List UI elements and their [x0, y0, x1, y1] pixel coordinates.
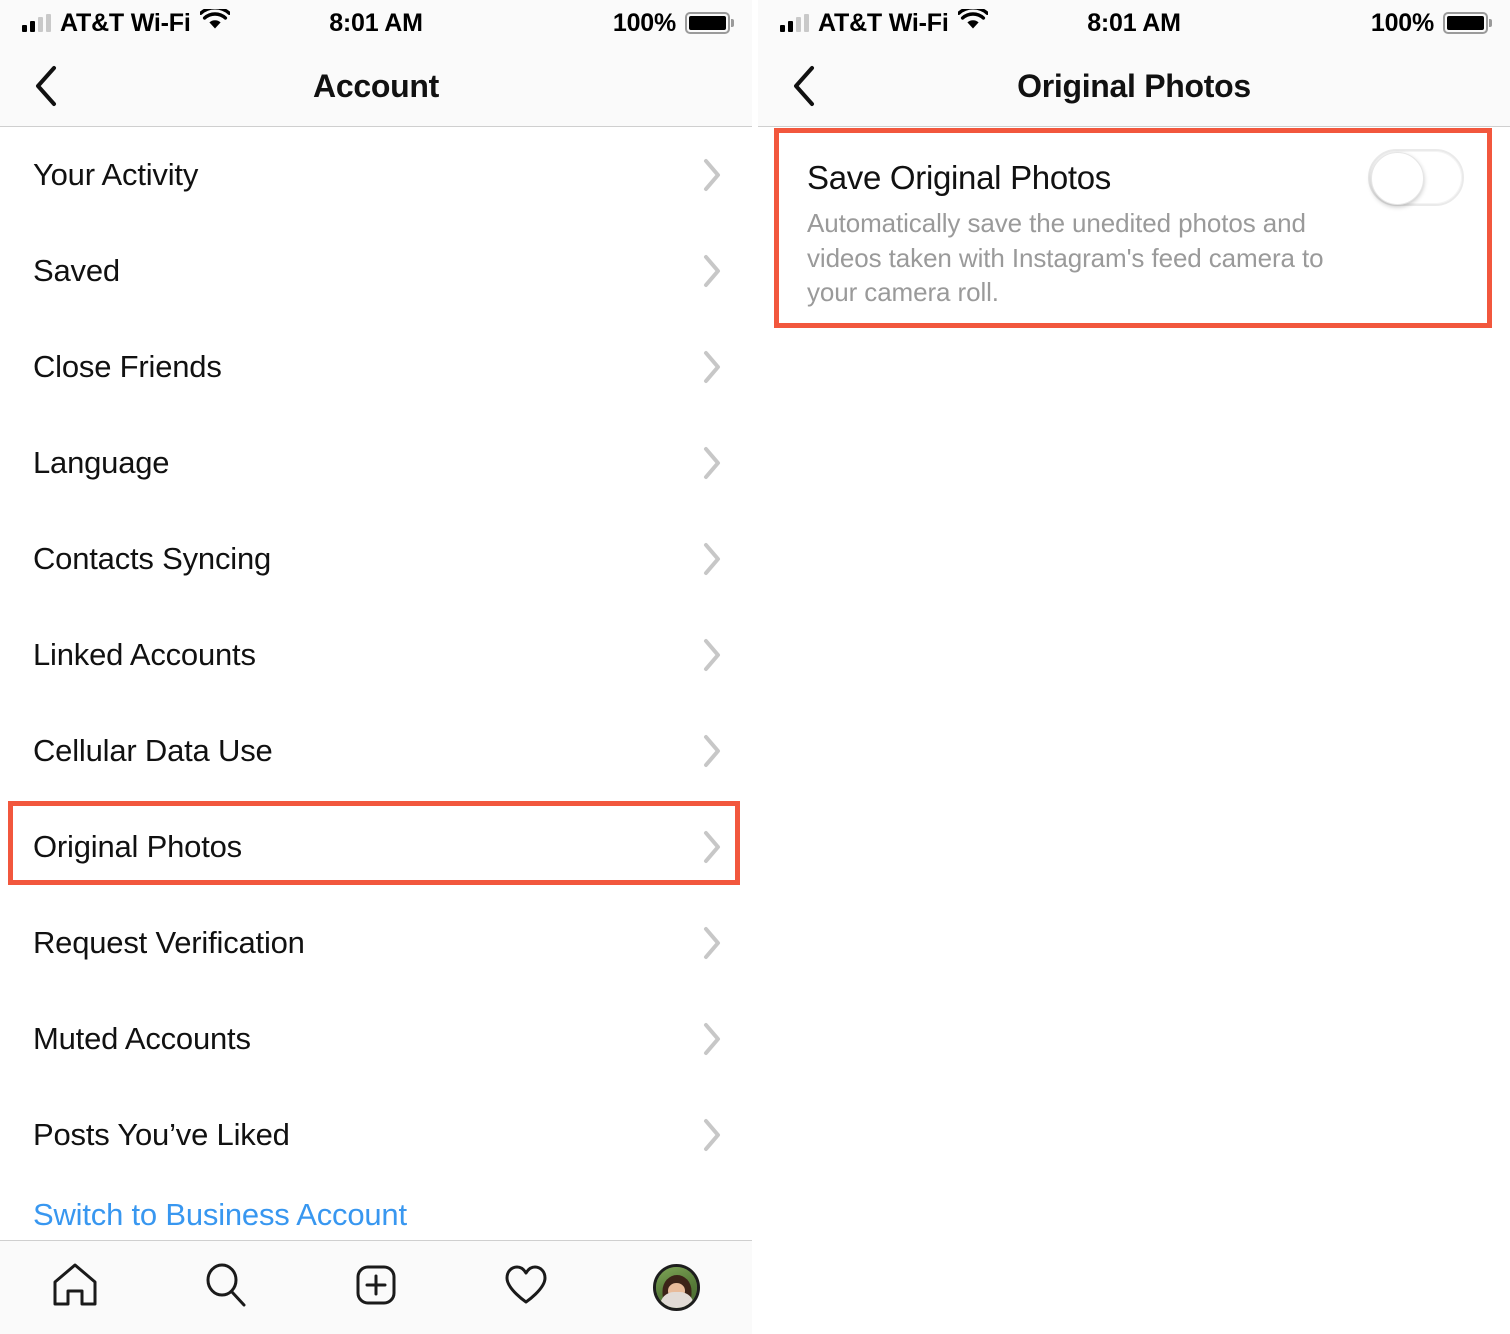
setting-title: Save Original Photos	[807, 159, 1112, 196]
list-item-label: Muted Accounts	[33, 1021, 251, 1056]
list-item-cellular-data-use[interactable]: Cellular Data Use	[0, 703, 752, 799]
carrier-label: AT&T Wi-Fi	[60, 8, 191, 37]
tab-activity[interactable]	[476, 1253, 576, 1323]
list-item-label: Contacts Syncing	[33, 541, 272, 576]
status-bar-left: AT&T Wi-Fi 8:01 AM 100%	[0, 0, 752, 46]
profile-avatar	[653, 1264, 701, 1311]
list-item-muted-accounts[interactable]: Muted Accounts	[0, 991, 752, 1087]
nav-bar-original-photos: Original Photos	[758, 46, 1510, 127]
list-item-language[interactable]: Language	[0, 415, 752, 511]
chevron-right-icon	[702, 830, 722, 864]
status-bar-right-group: 100%	[1371, 9, 1488, 38]
chevron-right-icon	[702, 1118, 722, 1152]
list-item-your-activity[interactable]: Your Activity	[0, 127, 752, 223]
battery-full-icon	[1443, 12, 1488, 34]
chevron-right-icon	[702, 542, 722, 576]
list-item-label: Saved	[33, 253, 120, 288]
chevron-right-icon	[702, 158, 722, 192]
back-button[interactable]	[784, 66, 824, 106]
list-item-request-verification[interactable]: Request Verification	[0, 895, 752, 991]
list-item-original-photos[interactable]: Original Photos	[0, 799, 752, 895]
back-button[interactable]	[26, 66, 66, 106]
setting-description: Automatically save the unedited photos a…	[807, 208, 1324, 308]
carrier-label: AT&T Wi-Fi	[818, 8, 949, 37]
bottom-tab-bar	[0, 1240, 752, 1334]
list-item-label: Linked Accounts	[33, 637, 256, 672]
nav-bar-account: Account	[0, 46, 752, 127]
save-original-photos-row[interactable]: Save Original Photos Automatically save …	[779, 133, 1487, 323]
tab-search[interactable]	[176, 1253, 276, 1323]
page-title: Original Photos	[1017, 67, 1251, 104]
status-bar-left-group: AT&T Wi-Fi	[780, 5, 989, 38]
list-item-label: Cellular Data Use	[33, 733, 273, 768]
tab-new-post[interactable]	[326, 1253, 426, 1323]
account-settings-list: Your Activity Saved Close Friends Langua…	[0, 127, 752, 1233]
page-title: Account	[313, 67, 439, 104]
battery-full-icon	[685, 12, 730, 34]
chevron-left-icon	[33, 65, 59, 107]
list-item-label: Posts You’ve Liked	[33, 1117, 290, 1152]
list-item-contacts-syncing[interactable]: Contacts Syncing	[0, 511, 752, 607]
list-item-label: Language	[33, 445, 170, 480]
home-icon	[50, 1260, 100, 1315]
list-item-posts-youve-liked[interactable]: Posts You’ve Liked	[0, 1087, 752, 1183]
chevron-right-icon	[702, 638, 722, 672]
chevron-right-icon	[702, 254, 722, 288]
chevron-right-icon	[702, 446, 722, 480]
chevron-left-icon	[791, 65, 817, 107]
chevron-right-icon	[702, 350, 722, 384]
screenshot-root: AT&T Wi-Fi 8:01 AM 100% Account Your Act…	[0, 0, 1510, 1334]
highlight-box-save-original-photos: Save Original Photos Automatically save …	[774, 128, 1492, 328]
chevron-right-icon	[702, 1022, 722, 1056]
tab-profile[interactable]	[627, 1253, 727, 1323]
heart-icon	[501, 1260, 551, 1315]
status-bar-right-group: 100%	[613, 9, 730, 38]
switch-to-business-account-link[interactable]: Switch to Business Account	[0, 1183, 752, 1233]
status-bar-right: AT&T Wi-Fi 8:01 AM 100%	[758, 0, 1510, 46]
list-item-label: Original Photos	[33, 829, 242, 864]
list-item-linked-accounts[interactable]: Linked Accounts	[0, 607, 752, 703]
tab-home[interactable]	[25, 1253, 125, 1323]
battery-percent-label: 100%	[1370, 8, 1434, 37]
list-item-label: Your Activity	[33, 157, 199, 192]
list-item-label: Request Verification	[33, 925, 305, 960]
cellular-signal-icon	[22, 14, 51, 32]
save-original-photos-toggle[interactable]	[1368, 149, 1464, 206]
toggle-knob	[1371, 152, 1424, 205]
chevron-right-icon	[702, 734, 722, 768]
list-item-label: Close Friends	[33, 349, 222, 384]
chevron-right-icon	[702, 926, 722, 960]
right-phone-panel: AT&T Wi-Fi 8:01 AM 100% Original Photos …	[758, 0, 1510, 1334]
wifi-icon	[956, 5, 989, 38]
cellular-signal-icon	[780, 14, 809, 32]
battery-percent-label: 100%	[612, 8, 676, 37]
add-post-icon	[351, 1260, 401, 1315]
list-item-close-friends[interactable]: Close Friends	[0, 319, 752, 415]
left-phone-panel: AT&T Wi-Fi 8:01 AM 100% Account Your Act…	[0, 0, 752, 1334]
status-bar-left-group: AT&T Wi-Fi	[22, 5, 231, 38]
wifi-icon	[198, 5, 231, 38]
search-icon	[201, 1260, 251, 1315]
list-item-saved[interactable]: Saved	[0, 223, 752, 319]
